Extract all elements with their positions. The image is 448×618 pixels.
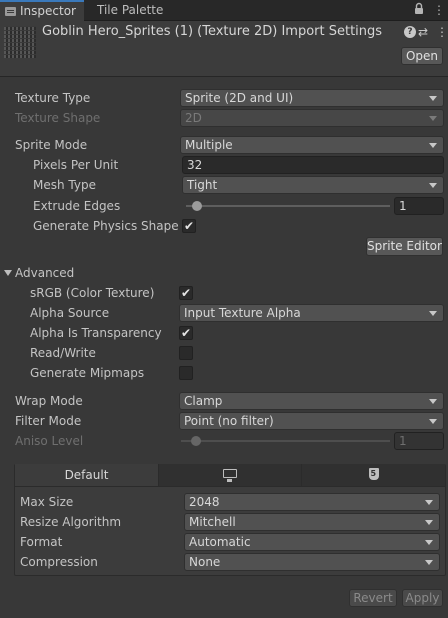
max-size-label: Max Size [20,495,74,509]
texture-shape-dropdown: 2D [180,109,444,127]
filter-mode-label: Filter Mode [15,414,82,428]
sprite-editor-button[interactable]: Sprite Editor [366,237,443,256]
advanced-foldout[interactable]: Advanced [15,266,74,280]
generate-mipmaps-label: Generate Mipmaps [30,366,145,380]
chevron-down-icon [429,183,437,188]
tab-platform-webgl[interactable] [301,464,445,487]
sprite-mode-dropdown[interactable]: Multiple [180,136,444,154]
lock-icon[interactable] [414,2,424,19]
tab-inspector[interactable]: Inspector [0,0,84,21]
tab-tile-palette-label: Tile Palette [97,3,164,17]
filter-mode-dropdown[interactable]: Point (no filter) [179,412,444,430]
max-size-dropdown[interactable]: 2048 [184,493,440,511]
extrude-edges-slider-track[interactable] [186,205,390,207]
chevron-down-icon [429,116,437,121]
format-label: Format [20,535,63,549]
chevron-down-icon [429,311,437,316]
tab-tile-palette[interactable]: Tile Palette [87,0,177,21]
chevron-down-icon [429,419,437,424]
extrude-edges-slider-handle[interactable] [192,201,203,211]
generate-physics-shape-label: Generate Physics Shape [33,219,179,233]
texture-type-dropdown[interactable]: Sprite (2D and UI) [180,89,444,107]
asset-title: Goblin Hero_Sprites (1) (Texture 2D) Imp… [42,24,383,39]
extrude-edges-field[interactable]: 1 [394,197,444,215]
chevron-down-icon [429,143,437,148]
texture-shape-label: Texture Shape [15,111,101,125]
max-size-value: 2048 [189,495,220,509]
texture-shape-value: 2D [185,111,202,125]
html5-icon [368,468,379,480]
context-menu-icon[interactable]: ⋮ [436,25,448,39]
help-icon[interactable]: ? [404,26,416,38]
compression-value: None [189,555,221,569]
chevron-down-icon [429,96,437,101]
wrap-mode-label: Wrap Mode [15,394,83,408]
texture-type-value: Sprite (2D and UI) [185,91,294,105]
pixels-per-unit-label: Pixels Per Unit [33,158,119,172]
revert-button[interactable]: Revert [349,589,397,607]
alpha-source-value: Input Texture Alpha [184,306,301,320]
chevron-down-icon [425,520,433,525]
resize-algorithm-dropdown[interactable]: Mitchell [184,513,440,531]
tab-platform-default[interactable]: Default [15,464,158,487]
aniso-level-label: Aniso Level [15,434,84,448]
wrap-mode-dropdown[interactable]: Clamp [179,392,444,410]
foldout-arrow-icon[interactable] [4,270,12,276]
resize-algorithm-value: Mitchell [189,515,236,529]
format-dropdown[interactable]: Automatic [184,533,440,551]
compression-dropdown[interactable]: None [184,553,440,571]
generate-mipmaps-checkbox[interactable] [179,366,193,380]
chevron-down-icon [425,500,433,505]
tab-platform-standalone[interactable] [158,464,301,487]
srgb-checkbox[interactable]: ✔ [179,286,193,300]
generate-physics-shape-checkbox[interactable]: ✔ [182,219,196,233]
resize-algorithm-label: Resize Algorithm [20,515,122,529]
pixels-per-unit-field[interactable]: 32 [182,156,444,174]
alpha-source-label: Alpha Source [30,306,110,320]
read-write-label: Read/Write [30,346,96,360]
sprite-mode-label: Sprite Mode [15,138,88,152]
filter-mode-value: Point (no filter) [184,414,274,428]
alpha-is-transparency-checkbox[interactable]: ✔ [179,326,193,340]
alpha-is-transparency-label: Alpha Is Transparency [30,326,162,340]
read-write-checkbox[interactable] [179,346,193,360]
aniso-level-field: 1 [394,432,444,450]
srgb-label: sRGB (Color Texture) [30,286,155,300]
compression-label: Compression [20,555,98,569]
tab-menu-icon[interactable]: ⋮ [433,2,445,18]
alpha-source-dropdown[interactable]: Input Texture Alpha [179,304,444,322]
chevron-down-icon [425,540,433,545]
extrude-edges-label: Extrude Edges [33,199,121,213]
chevron-down-icon [429,399,437,404]
mesh-type-label: Mesh Type [33,178,96,192]
format-value: Automatic [189,535,251,549]
apply-button[interactable]: Apply [402,589,443,607]
texture-thumbnail [4,26,36,58]
monitor-icon [223,469,237,482]
tab-inspector-label: Inspector [20,4,76,18]
mesh-type-dropdown[interactable]: Tight [182,176,444,194]
open-button[interactable]: Open [401,47,443,65]
texture-type-label: Texture Type [15,91,91,105]
sprite-mode-value: Multiple [185,138,233,152]
chevron-down-icon [425,560,433,565]
wrap-mode-value: Clamp [184,394,223,408]
mesh-type-value: Tight [187,178,218,192]
aniso-level-slider-handle [191,436,202,446]
presets-icon[interactable]: ⇄ [418,25,428,39]
aniso-level-slider-track [181,440,390,442]
inspector-icon [5,7,16,16]
